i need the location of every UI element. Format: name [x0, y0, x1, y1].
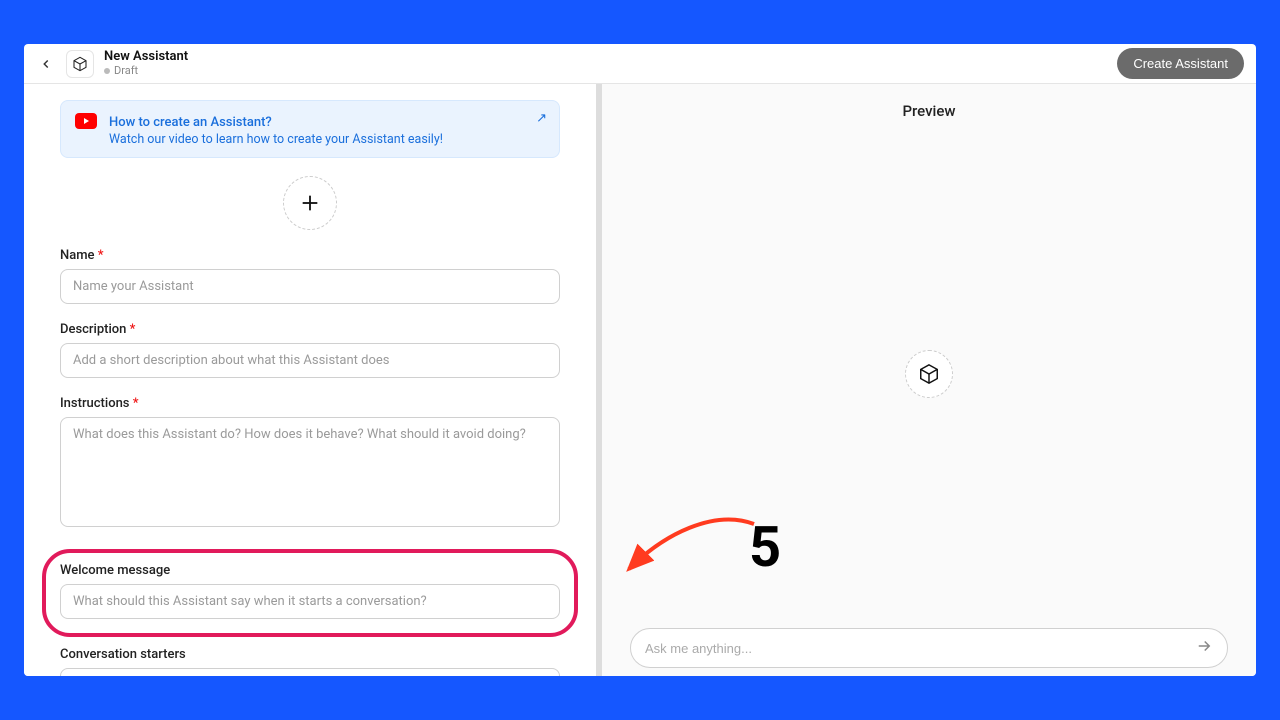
send-icon[interactable]: [1195, 637, 1213, 659]
assistant-cube-icon: [66, 50, 94, 78]
name-label: Name *: [60, 248, 560, 263]
preview-pane: Preview: [602, 84, 1256, 676]
instructions-label: Instructions *: [60, 396, 560, 411]
preview-title: Preview: [602, 84, 1256, 120]
name-input[interactable]: [60, 269, 560, 304]
status-badge: Draft: [104, 65, 188, 77]
description-label: Description *: [60, 322, 560, 337]
preview-avatar-icon: [905, 350, 953, 398]
starters-label: Conversation starters: [60, 647, 560, 662]
youtube-icon: [75, 113, 97, 129]
app-window: New Assistant Draft Create Assistant How…: [24, 44, 1256, 676]
create-assistant-button[interactable]: Create Assistant: [1117, 48, 1244, 79]
help-banner-title[interactable]: How to create an Assistant?: [109, 115, 272, 130]
starters-input[interactable]: [60, 668, 560, 676]
chat-input-bar[interactable]: [630, 628, 1228, 668]
form-pane: How to create an Assistant? Watch our vi…: [24, 84, 602, 676]
help-banner[interactable]: How to create an Assistant? Watch our vi…: [60, 100, 560, 158]
help-banner-subtitle: Watch our video to learn how to create y…: [109, 132, 443, 147]
chat-input[interactable]: [645, 641, 1195, 656]
instructions-input[interactable]: [60, 417, 560, 527]
page-title: New Assistant: [104, 50, 188, 64]
topbar: New Assistant Draft Create Assistant: [24, 44, 1256, 84]
add-avatar-button[interactable]: [283, 176, 337, 230]
welcome-highlight: Welcome message: [42, 549, 578, 637]
description-input[interactable]: [60, 343, 560, 378]
external-link-icon: ↗: [536, 111, 547, 126]
back-button[interactable]: [36, 54, 56, 74]
welcome-label: Welcome message: [60, 563, 560, 578]
welcome-input[interactable]: [60, 584, 560, 619]
